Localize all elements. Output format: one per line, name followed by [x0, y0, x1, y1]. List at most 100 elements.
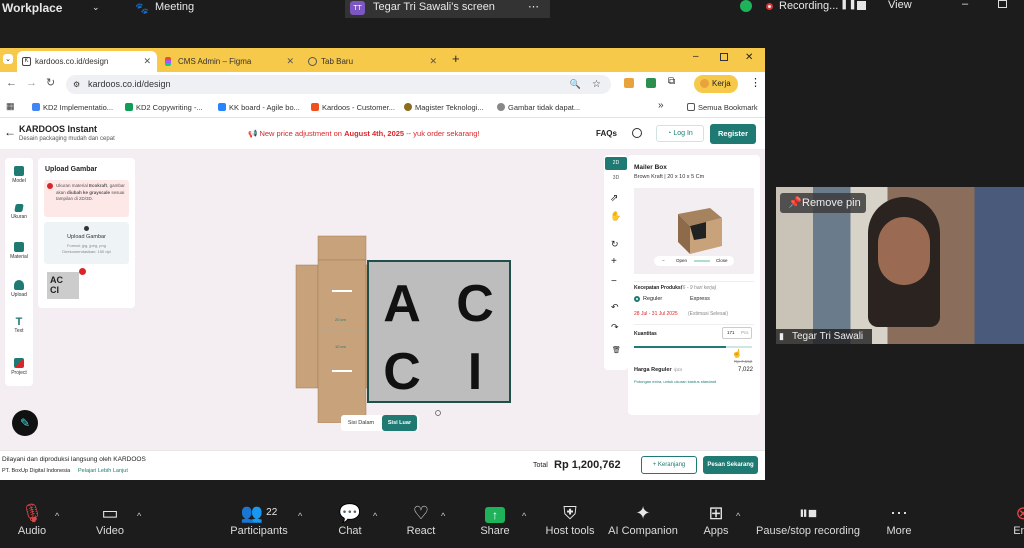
qty-input[interactable]: 171 Pcs: [722, 327, 752, 339]
view-label[interactable]: View: [888, 0, 912, 11]
minimize-icon[interactable]: –: [962, 0, 968, 10]
trash-icon[interactable]: 🗑: [612, 346, 621, 354]
extension-icon[interactable]: [624, 78, 634, 88]
apps-grid-icon[interactable]: ▦: [6, 101, 15, 112]
sidebar-item-project[interactable]: Project: [5, 358, 33, 376]
participant-video-tile[interactable]: 📌 Remove pin ▮ Tegar Tri Sawali: [776, 187, 1024, 344]
chevron-up-icon[interactable]: ^: [736, 511, 740, 521]
reguler-radio[interactable]: [634, 296, 640, 302]
end-button[interactable]: ⊗End: [1006, 501, 1024, 537]
minimize-icon[interactable]: –: [693, 51, 699, 62]
new-tab-icon[interactable]: +: [452, 51, 460, 66]
sidebar-item-text[interactable]: T Text: [5, 316, 33, 334]
login-button[interactable]: ◔ Log In: [656, 125, 704, 142]
menu-dots-icon[interactable]: ⋮: [750, 76, 761, 89]
host-tools-button[interactable]: ⛨ Host tools: [545, 501, 595, 537]
ai-companion-button[interactable]: ✦ AI Companion: [608, 501, 678, 537]
chevron-up-icon[interactable]: ^: [373, 511, 377, 521]
add-to-cart-button[interactable]: + Keranjang: [641, 456, 697, 474]
box-dieline[interactable]: 20 cm 10 cm A C C I: [290, 233, 515, 423]
faqs-link[interactable]: FAQs: [596, 129, 617, 138]
register-button[interactable]: Register: [710, 124, 756, 144]
pencil-fab-icon[interactable]: ✎: [12, 410, 38, 436]
chevron-up-icon[interactable]: ^: [441, 511, 445, 521]
chevron-up-icon[interactable]: ^: [137, 511, 141, 521]
sidebar-item-model[interactable]: Model: [5, 166, 33, 184]
extension-icon[interactable]: [646, 78, 656, 88]
participants-button[interactable]: 👥 22 Participants: [228, 501, 290, 537]
forward-icon[interactable]: →: [26, 77, 37, 89]
close-icon[interactable]: ✕: [143, 56, 151, 67]
express-label[interactable]: Express: [690, 296, 710, 302]
bookmark-item[interactable]: Magister Teknologi...: [404, 103, 484, 112]
apps-button[interactable]: ⊞ Apps: [700, 501, 732, 537]
close-window-icon[interactable]: ✕: [745, 52, 753, 63]
pause-icon[interactable]: ❚❚: [840, 0, 857, 10]
tab-kardoos[interactable]: K kardoos.co.id/design ✕: [17, 51, 157, 72]
close-icon[interactable]: ✕: [286, 56, 294, 67]
bookmark-item[interactable]: Kardoos - Customer...: [311, 103, 395, 112]
upload-dropzone[interactable]: Upload Gambar Format: jpg, jpeg, png Dir…: [44, 222, 129, 264]
chevron-down-icon[interactable]: ⌄: [92, 2, 100, 13]
toggle-close[interactable]: Close: [716, 258, 728, 263]
sidebar-item-upload[interactable]: Upload: [5, 280, 33, 298]
more-bookmarks-icon[interactable]: »: [658, 100, 664, 111]
chevron-up-icon[interactable]: ^: [522, 511, 526, 521]
cursor-icon[interactable]: ⇗: [610, 193, 618, 204]
sidebar-item-material[interactable]: Material: [5, 242, 33, 260]
more-options-icon[interactable]: ⋯: [528, 0, 539, 13]
order-now-button[interactable]: Pesan Sekarang: [703, 456, 758, 474]
chat-button[interactable]: 💬 Chat: [333, 501, 367, 537]
site-info-icon[interactable]: ⚙: [73, 75, 80, 94]
redo-icon[interactable]: ↷: [611, 322, 619, 333]
footer-link[interactable]: Pelajari Lebih Lanjut: [78, 468, 128, 474]
hand-icon[interactable]: ✋: [610, 211, 621, 222]
back-icon[interactable]: ←: [6, 77, 17, 89]
side-outer-button[interactable]: Sisi Luar: [382, 415, 417, 431]
toggle-open[interactable]: Open: [676, 258, 687, 263]
profile-button[interactable]: Kerja: [694, 75, 738, 93]
bookmark-star-icon[interactable]: ☆: [592, 75, 601, 94]
zoom-in-icon[interactable]: +: [611, 256, 617, 267]
remove-pin-button[interactable]: 📌 Remove pin: [780, 193, 866, 213]
back-arrow-icon[interactable]: ←: [4, 125, 16, 139]
more-button[interactable]: ⋯ More: [882, 501, 916, 537]
bookmark-item[interactable]: KK board - Agile bo...: [218, 103, 300, 112]
side-inner-button[interactable]: Sisi Dalam: [341, 415, 381, 431]
bookmark-item[interactable]: KD2 Copywriting -...: [125, 103, 203, 112]
reload-icon[interactable]: ↻: [46, 76, 55, 89]
view-3d-button[interactable]: 3D: [605, 172, 627, 185]
react-button[interactable]: ♡ React: [404, 501, 438, 537]
zoom-out-icon[interactable]: −: [611, 276, 617, 287]
undo-icon[interactable]: ↶: [611, 302, 619, 313]
all-bookmarks[interactable]: Semua Bookmark: [687, 103, 758, 112]
reguler-label[interactable]: Reguler: [643, 296, 662, 302]
chevron-up-icon[interactable]: ^: [298, 511, 302, 521]
tab-search-icon[interactable]: ⌄: [3, 54, 13, 64]
workplace-label[interactable]: Workplace: [2, 1, 62, 15]
uploaded-thumbnail[interactable]: AC CI: [47, 272, 79, 299]
qty-slider[interactable]: [634, 346, 752, 348]
reset-icon[interactable]: ↻: [611, 239, 619, 250]
sidebar-item-ukuran[interactable]: Ukuran: [5, 204, 33, 220]
chevron-up-icon[interactable]: ^: [55, 511, 59, 521]
bookmark-item[interactable]: KD2 Implementatio...: [32, 103, 113, 112]
whatsapp-icon[interactable]: [632, 128, 642, 138]
url-input[interactable]: ⚙ kardoos.co.id/design 🔍 ☆: [66, 75, 611, 94]
restore-icon[interactable]: [720, 53, 728, 61]
audio-button[interactable]: 🎙 Audio: [15, 501, 49, 537]
window-icon[interactable]: [998, 0, 1007, 8]
meeting-label[interactable]: Meeting: [155, 1, 194, 13]
stop-icon[interactable]: [857, 1, 866, 10]
minus-icon[interactable]: −: [662, 258, 665, 263]
share-button[interactable]: ↑ Share: [478, 501, 512, 537]
bookmark-item[interactable]: Gambar tidak dapat...: [497, 103, 580, 112]
tab-new[interactable]: Tab Baru ✕: [303, 51, 443, 72]
open-close-toggle[interactable]: − Open Close: [654, 256, 734, 266]
toggle-track[interactable]: [694, 260, 710, 262]
tab-figma[interactable]: CMS Admin – Figma ✕: [160, 51, 300, 72]
pause-stop-recording-button[interactable]: ⏸⏹ Pause/stop recording: [756, 501, 860, 537]
remove-image-icon[interactable]: [79, 268, 86, 275]
brand-title[interactable]: KARDOOS Instant: [19, 124, 97, 134]
view-2d-button[interactable]: 2D: [605, 157, 627, 170]
